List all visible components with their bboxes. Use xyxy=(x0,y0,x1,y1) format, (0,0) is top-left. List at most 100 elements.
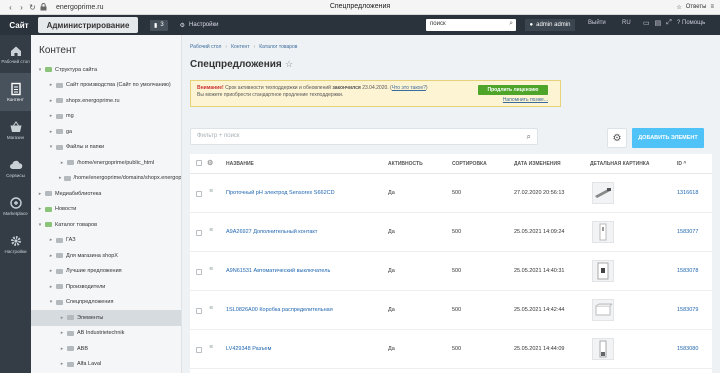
tab-site[interactable]: Сайт xyxy=(0,15,38,35)
table-row[interactable]: ≡ Проточный pH электрод Sensorex S662CD … xyxy=(190,174,712,213)
chevron-right-icon[interactable]: ▸ xyxy=(59,160,65,166)
tree-item[interactable]: ▸ Лучшие предложения xyxy=(31,264,181,280)
chevron-right-icon[interactable]: ▸ xyxy=(37,206,43,212)
add-element-button[interactable]: ДОБАВИТЬ ЭЛЕМЕНТ xyxy=(632,128,704,148)
breadcrumb-item[interactable]: Каталог товаров xyxy=(259,44,297,50)
table-row[interactable]: ≡ A9N61531 Автоматический выключатель Да… xyxy=(190,252,712,291)
table-row[interactable]: ≡ LV429348 Разъем Да 500 25.05.2021 14:4… xyxy=(190,330,712,369)
row-checkbox[interactable] xyxy=(196,269,202,275)
chevron-right-icon[interactable]: ▸ xyxy=(48,129,54,135)
bookmark-icon[interactable]: ☆ xyxy=(676,4,681,11)
column-picture[interactable]: ДЕТАЛЬНАЯ КАРТИНКА xyxy=(590,161,649,167)
gear-icon[interactable]: ⚙ xyxy=(207,159,213,167)
row-checkbox[interactable] xyxy=(196,230,202,236)
chevron-right-icon[interactable]: ▸ xyxy=(59,315,65,321)
column-date[interactable]: ДАТА ИЗМЕНЕНИЯ xyxy=(514,161,561,167)
chevron-down-icon[interactable]: ▾ xyxy=(48,299,54,305)
help-link[interactable]: ? Помощь xyxy=(677,20,705,26)
language-select[interactable]: RU xyxy=(622,20,631,26)
answers-link[interactable]: Ответы xyxy=(686,4,707,10)
chevron-right-icon[interactable]: ▸ xyxy=(48,98,54,104)
menu-item-desktop[interactable]: Рабочий стол xyxy=(0,35,31,73)
tree-item[interactable]: ▸ ABB xyxy=(31,341,181,357)
tree-item[interactable]: ▸ Для магазина shopX xyxy=(31,248,181,264)
row-checkbox[interactable] xyxy=(196,308,202,314)
menu-item-services[interactable]: Сервисы xyxy=(0,149,31,187)
menu-item-shop[interactable]: Магазин xyxy=(0,111,31,149)
column-id[interactable]: ID ^ xyxy=(677,161,686,167)
tree-item[interactable]: ▸ Alfa Laval xyxy=(31,357,181,373)
column-sort[interactable]: СОРТИРОВКА xyxy=(452,161,487,167)
chevron-right-icon[interactable]: ▸ xyxy=(48,253,54,259)
select-all-checkbox[interactable] xyxy=(196,160,202,166)
panel-icon[interactable]: ▤ xyxy=(655,19,662,27)
chevron-down-icon[interactable]: ▾ xyxy=(48,144,54,150)
table-row[interactable]: ≡ 1SL0826A00 Коробка распределительная Д… xyxy=(190,291,712,330)
tree-item[interactable]: ▸ Медиабиблиотека xyxy=(31,186,181,202)
chevron-right-icon[interactable]: ▸ xyxy=(48,113,54,119)
chevron-right-icon[interactable]: ▸ xyxy=(48,82,54,88)
chevron-right-icon[interactable]: ▸ xyxy=(48,268,54,274)
menu-icon[interactable]: ≡ xyxy=(710,4,714,10)
tree-item[interactable]: ▸ Новости xyxy=(31,202,181,218)
renew-license-button[interactable]: Продлить лицензию xyxy=(478,85,548,95)
row-name-link[interactable]: LV429348 Разъем xyxy=(226,346,271,352)
menu-item-marketplace[interactable]: Marketplace xyxy=(0,187,31,225)
row-name-link[interactable]: Проточный pH электрод Sensorex S662CD xyxy=(226,190,335,196)
chevron-right-icon[interactable]: ▸ xyxy=(48,284,54,290)
reload-button[interactable]: ↻ xyxy=(28,3,37,12)
row-menu-icon[interactable]: ≡ xyxy=(209,344,213,351)
settings-button[interactable]: ⚙ Настройки xyxy=(180,22,219,29)
favorite-star-icon[interactable]: ☆ xyxy=(285,59,293,70)
chevron-down-icon[interactable]: ▾ xyxy=(37,67,43,73)
forward-button[interactable]: › xyxy=(17,3,26,12)
chevron-right-icon[interactable]: ▸ xyxy=(37,191,43,197)
tree-item[interactable]: ▸ /home/energoprime/domains/shopx.energop… xyxy=(31,171,181,187)
tree-item[interactable]: ▾ Структура сайта xyxy=(31,62,181,78)
row-menu-icon[interactable]: ≡ xyxy=(209,305,213,312)
address-bar[interactable]: energoprime.ru xyxy=(56,4,103,11)
logout-link[interactable]: Выйти xyxy=(588,20,606,26)
chevron-right-icon[interactable]: ▸ xyxy=(59,175,62,181)
row-checkbox[interactable] xyxy=(196,347,202,353)
tree-item[interactable]: ▸ ГАЗ xyxy=(31,233,181,249)
what-is-this-link[interactable]: Что это такое? xyxy=(392,85,426,91)
tree-item[interactable]: ▸ Элементы xyxy=(31,310,181,326)
tree-item[interactable]: ▾ Файлы и папки xyxy=(31,140,181,156)
tree-item[interactable]: ▾ Каталог товаров xyxy=(31,217,181,233)
row-checkbox[interactable] xyxy=(196,191,202,197)
row-name-link[interactable]: A9A26927 Дополнительный контакт xyxy=(226,229,317,235)
chevron-down-icon[interactable]: ▾ xyxy=(37,222,43,228)
tree-item[interactable]: ▾ Спецпредложения xyxy=(31,295,181,311)
expand-icon[interactable]: ⤢ xyxy=(666,19,672,27)
chevron-right-icon[interactable]: ▸ xyxy=(59,346,65,352)
back-button[interactable]: ‹ xyxy=(6,3,15,12)
breadcrumb-item[interactable]: Рабочий стол xyxy=(190,44,221,50)
column-active[interactable]: АКТИВНОСТЬ xyxy=(388,161,423,167)
row-id-link[interactable]: 1316618 xyxy=(677,190,698,196)
tree-item[interactable]: ▸ /home/energoprime/public_html xyxy=(31,155,181,171)
menu-item-settings[interactable]: Настройки xyxy=(0,225,31,263)
notifications-button[interactable]: ▮ 3 xyxy=(150,19,168,31)
tree-item[interactable]: ▸ mg xyxy=(31,109,181,125)
row-id-link[interactable]: 1583079 xyxy=(677,307,698,313)
column-name[interactable]: НАЗВАНИЕ xyxy=(226,161,254,167)
tree-item[interactable]: ▸ ga xyxy=(31,124,181,140)
window-icon[interactable]: ▭ xyxy=(643,19,650,27)
list-settings-button[interactable]: ⚙ xyxy=(607,128,627,148)
search-input[interactable]: поиск ⌕ xyxy=(426,19,516,31)
row-name-link[interactable]: 1SL0826A00 Коробка распределительная xyxy=(226,307,333,313)
tab-administration[interactable]: Администрирование xyxy=(38,17,138,33)
table-row[interactable]: ≡ A9A26927 Дополнительный контакт Да 500… xyxy=(190,213,712,252)
remind-later-link[interactable]: Напомнить позже... xyxy=(503,97,548,104)
user-button[interactable]: ● admin admin xyxy=(525,19,575,31)
tree-item[interactable]: ▸ Сайт производства (Сайт по умолчанию) xyxy=(31,78,181,94)
filter-search-input[interactable]: Фильтр + поиск ⌕ xyxy=(190,128,538,145)
row-menu-icon[interactable]: ≡ xyxy=(209,227,213,234)
chevron-right-icon[interactable]: ▸ xyxy=(59,361,65,367)
tree-item[interactable]: ▸ shopx.energoprime.ru xyxy=(31,93,181,109)
menu-item-content[interactable]: Контент xyxy=(0,73,31,111)
chevron-right-icon[interactable]: ▸ xyxy=(59,330,65,336)
row-id-link[interactable]: 1583078 xyxy=(677,268,698,274)
row-name-link[interactable]: A9N61531 Автоматический выключатель xyxy=(226,268,330,274)
